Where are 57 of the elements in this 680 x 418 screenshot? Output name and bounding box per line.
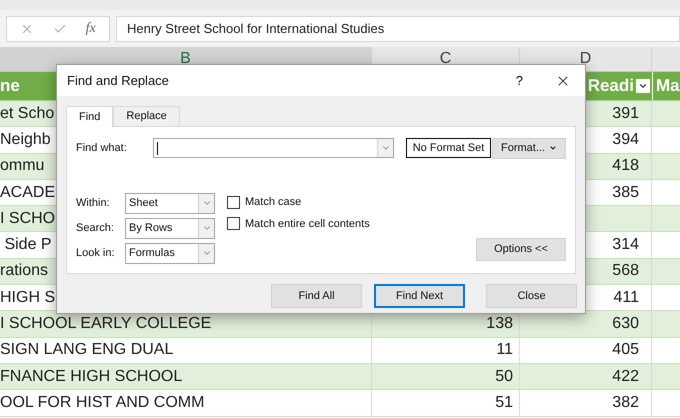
select-field[interactable]: By Rows (125, 218, 215, 238)
table-cell-text: Neighb (0, 130, 51, 150)
table-cell-text: Side P (3, 235, 52, 256)
table-cell-text: 394 (612, 130, 639, 150)
checkbox-label: Match case (245, 195, 302, 210)
table-cell-text: 422 (612, 366, 639, 387)
formula-input[interactable]: Henry Street School for International Studies (116, 16, 680, 42)
table-cell-text: ommu (0, 156, 44, 176)
field-label: Look in: (76, 246, 116, 261)
field-label: Find what: (76, 140, 128, 156)
format-button[interactable]: Format... (492, 138, 566, 158)
table-cell-text: 11 (496, 340, 513, 360)
insert-function-label[interactable]: fx (86, 18, 96, 39)
dialog-button[interactable]: Find All (271, 284, 362, 308)
table-cell-text: 314 (612, 235, 639, 256)
field-label: Search: (76, 220, 115, 236)
table-cell-text: 391 (612, 104, 639, 124)
filter-button[interactable] (636, 79, 650, 93)
header-cell-text: Ma (656, 75, 680, 98)
table-cell-text: ACADE (0, 182, 56, 203)
table-cell-text: 138 (486, 314, 513, 334)
checkbox[interactable] (227, 196, 240, 209)
table-cell-text: 630 (612, 314, 639, 334)
dialog-button[interactable]: Find Next (374, 284, 465, 308)
select-field[interactable]: Formulas (125, 242, 215, 264)
table-cell-text: 382 (612, 392, 639, 413)
dialog-tab[interactable]: Replace (113, 106, 180, 126)
table-cell-text: SIGN LANG ENG DUAL (0, 340, 174, 360)
header-cell-text: Readi (588, 75, 634, 98)
format-preview: No Format Set (406, 138, 491, 158)
checkbox-label: Match entire cell contents (245, 216, 370, 232)
table-cell-text: I SCHOOL EARLY COLLEGE (0, 314, 212, 334)
table-cell-text: 418 (612, 156, 639, 176)
find-what-input[interactable] (153, 138, 394, 158)
checkbox[interactable] (227, 217, 240, 230)
table-cell-text: et Scho (0, 104, 54, 124)
table-cell-text: 405 (612, 340, 639, 360)
help-button[interactable]: ? (510, 70, 529, 90)
dialog-button[interactable]: Close (486, 284, 577, 308)
table-cell-text: 411 (613, 288, 639, 308)
dialog-title: Find and Replace (67, 72, 169, 90)
options-button[interactable]: Options << (476, 238, 566, 261)
select-field[interactable]: Sheet (125, 192, 215, 214)
table-cell-text: I SCHO (0, 208, 56, 229)
header-cell-text: ne (0, 75, 20, 98)
table-cell-text: rations (0, 261, 48, 282)
table-cell-text: FNANCE HIGH SCHOOL (0, 366, 182, 387)
field-label: Within: (76, 196, 111, 211)
dialog-tab[interactable]: Find (66, 106, 114, 127)
table-cell-text: 385 (612, 182, 639, 203)
table-cell-text: HIGH S (0, 288, 56, 308)
table-cell-text: 568 (612, 261, 639, 282)
table-cell-text: 50 (495, 366, 513, 387)
table-cell-text: OOL FOR HIST AND COMM (0, 392, 204, 413)
dropdown-icon (638, 81, 648, 91)
table-cell-text: 51 (495, 392, 513, 413)
caret-icon (549, 144, 557, 152)
